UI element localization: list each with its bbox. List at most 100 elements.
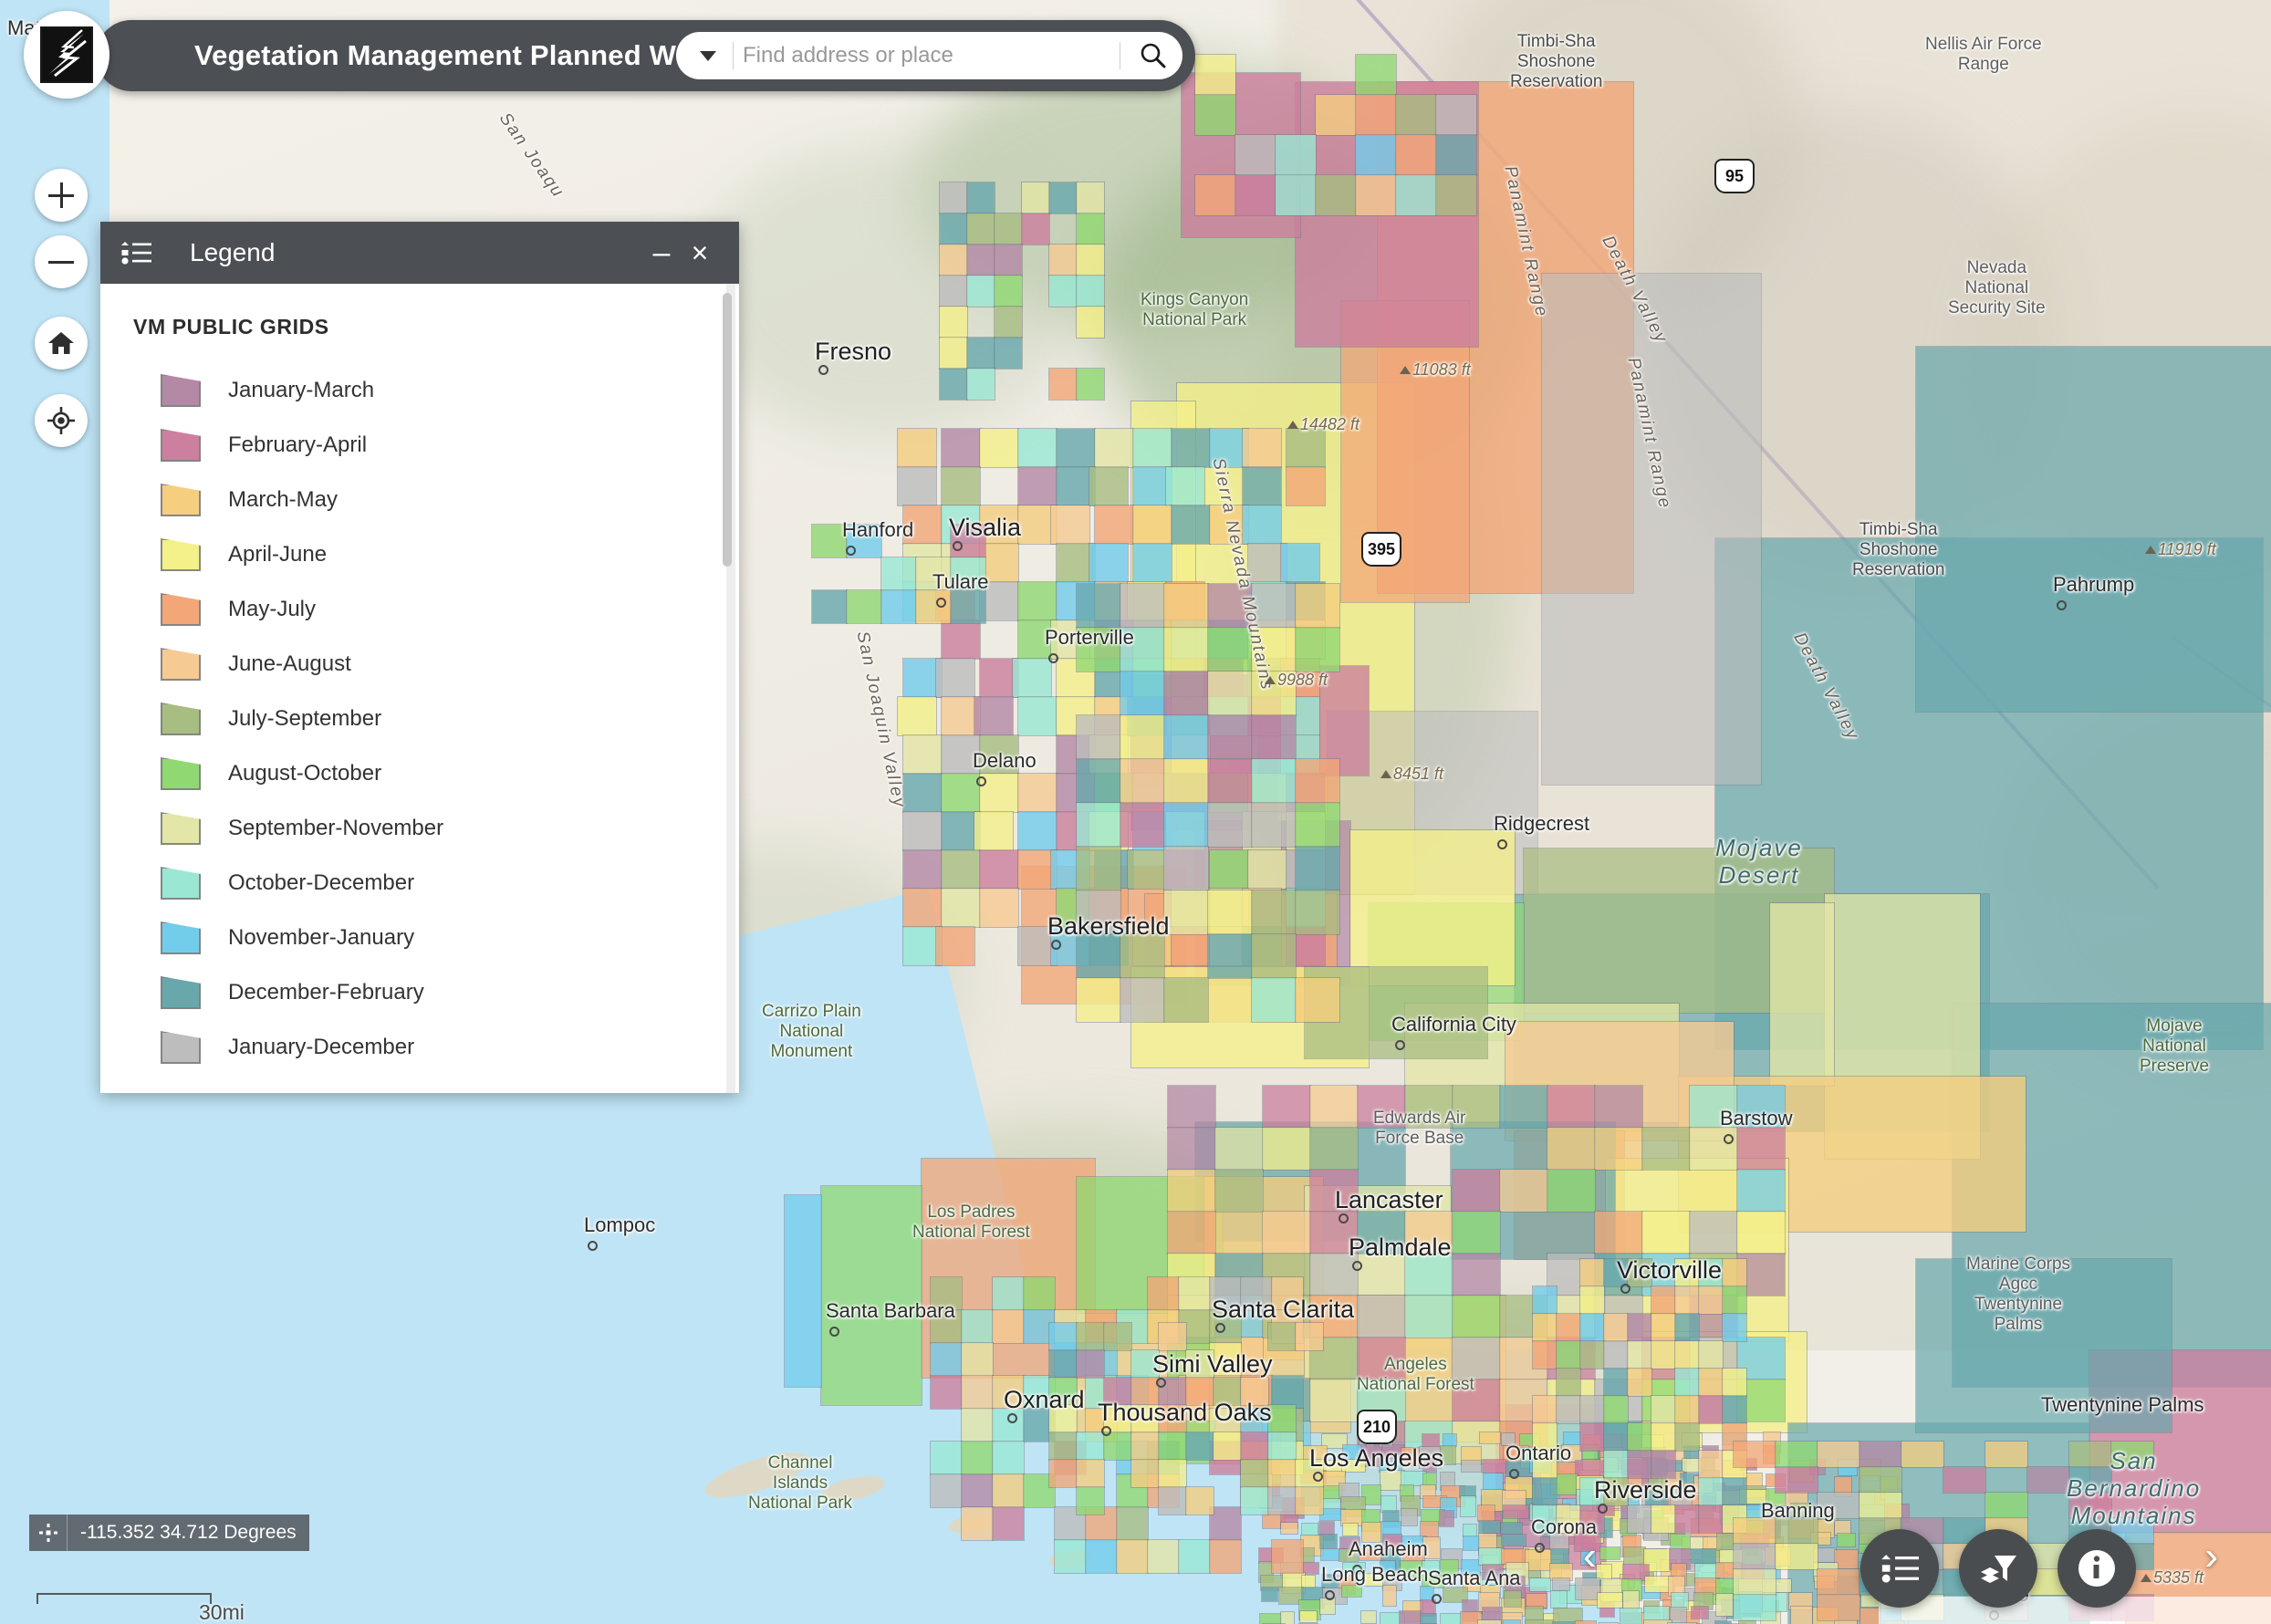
- grid-cell[interactable]: [1627, 1258, 1652, 1287]
- grid-cell[interactable]: [939, 368, 968, 401]
- grid-cell[interactable]: [1733, 1543, 1776, 1570]
- grid-cell[interactable]: [966, 213, 995, 245]
- grid-cell[interactable]: [1163, 714, 1209, 760]
- grid-cell[interactable]: [1242, 466, 1282, 506]
- grid-cell[interactable]: [1342, 1523, 1359, 1536]
- grid-cell[interactable]: [1262, 1127, 1311, 1171]
- grid-cell[interactable]: [1158, 1404, 1187, 1433]
- grid-cell[interactable]: [1401, 1447, 1420, 1466]
- grid-cell[interactable]: [994, 213, 1023, 245]
- search-icon[interactable]: [1130, 36, 1177, 76]
- grid-cell[interactable]: [1499, 1169, 1548, 1213]
- grid-cell[interactable]: [1691, 1606, 1709, 1619]
- grid-cell[interactable]: [1132, 505, 1172, 545]
- grid-cell[interactable]: [1901, 1441, 1944, 1468]
- grid-cell[interactable]: [902, 811, 943, 851]
- grid-cell[interactable]: [1859, 1492, 1902, 1519]
- legend-scrollbar[interactable]: [723, 284, 735, 1093]
- grid-cell[interactable]: [1209, 1506, 1242, 1541]
- grid-cell[interactable]: [1556, 1313, 1581, 1342]
- grid-cell[interactable]: [2068, 1492, 2112, 1519]
- grid-cell[interactable]: [1209, 1342, 1242, 1377]
- legend-widget-button[interactable]: [1860, 1529, 1939, 1608]
- grid-cell[interactable]: [1130, 1349, 1160, 1379]
- grid-cell[interactable]: [1207, 758, 1253, 804]
- grid-cell[interactable]: [1267, 1431, 1297, 1461]
- grid-cell[interactable]: [1355, 94, 1397, 136]
- grid-cell[interactable]: [1271, 1375, 1304, 1410]
- grid-cell[interactable]: [1603, 1422, 1629, 1452]
- grid-cell[interactable]: [1259, 1613, 1282, 1624]
- grid-cell[interactable]: [1550, 1590, 1568, 1608]
- grid-cell[interactable]: [950, 557, 986, 591]
- grid-cell[interactable]: [1240, 1377, 1269, 1406]
- grid-cell[interactable]: [1120, 758, 1165, 804]
- grid-cell[interactable]: [1674, 1258, 1700, 1287]
- grid-cell[interactable]: [1556, 1504, 1581, 1534]
- grid-cell[interactable]: [1207, 890, 1253, 935]
- grid-cell[interactable]: [1185, 1377, 1214, 1406]
- grid-cell[interactable]: [1207, 802, 1253, 848]
- grid-cell[interactable]: [1171, 505, 1211, 545]
- grid-cell[interactable]: [1395, 134, 1437, 176]
- grid-cell[interactable]: [1309, 1253, 1359, 1296]
- grid-cell[interactable]: [1017, 466, 1057, 506]
- grid-cell[interactable]: [1561, 1444, 1582, 1463]
- grid-cell[interactable]: [1401, 1508, 1418, 1526]
- grid-cell[interactable]: [1603, 1368, 1629, 1397]
- grid-cell[interactable]: [1357, 1211, 1406, 1254]
- grid-cell[interactable]: [1579, 1477, 1605, 1506]
- grid-cell[interactable]: [1240, 1276, 1273, 1311]
- grid-cell[interactable]: [1213, 1431, 1242, 1461]
- grid-cell[interactable]: [1722, 1368, 1747, 1397]
- grid-cell[interactable]: [1103, 1377, 1132, 1406]
- grid-cell[interactable]: [1076, 306, 1105, 338]
- grid-cell[interactable]: [1738, 1619, 1756, 1624]
- grid-cell[interactable]: [1547, 1127, 1596, 1171]
- grid-cell[interactable]: [1834, 1520, 1851, 1536]
- grid-cell[interactable]: [1452, 1253, 1501, 1296]
- grid-cell[interactable]: [992, 1441, 1025, 1475]
- grid-cell[interactable]: [961, 1309, 994, 1344]
- grid-cell[interactable]: [1295, 846, 1340, 891]
- grid-cell[interactable]: [1401, 1471, 1427, 1486]
- grid-cell[interactable]: [1435, 134, 1477, 176]
- grid-cell[interactable]: [1185, 1431, 1214, 1461]
- grid-cell[interactable]: [1460, 1495, 1476, 1517]
- grid-cell[interactable]: [1085, 1539, 1118, 1574]
- grid-cell[interactable]: [1985, 1441, 2028, 1468]
- grid-cell[interactable]: [1158, 1322, 1187, 1351]
- grid-cell[interactable]: [1076, 846, 1121, 891]
- grid-cell[interactable]: [1439, 1510, 1454, 1527]
- grid-cell[interactable]: [1736, 1085, 1786, 1129]
- grid-cell[interactable]: [1240, 1459, 1269, 1488]
- grid-cell[interactable]: [1048, 244, 1078, 276]
- grid-cell[interactable]: [1594, 1211, 1643, 1254]
- grid-cell[interactable]: [1130, 1459, 1160, 1488]
- grid-cell[interactable]: [1127, 849, 1167, 890]
- grid-cell[interactable]: [1240, 1486, 1269, 1515]
- grid-cell[interactable]: [1319, 1534, 1338, 1549]
- grid-cell[interactable]: [979, 734, 1019, 775]
- grid-cell[interactable]: [1452, 1337, 1501, 1380]
- grid-cell[interactable]: [1504, 1590, 1522, 1608]
- grid-cell[interactable]: [1076, 368, 1105, 401]
- grid-cell[interactable]: [1361, 1522, 1384, 1543]
- grid-cell[interactable]: [1023, 1276, 1056, 1311]
- grid-cell[interactable]: [1120, 714, 1165, 760]
- grid-cell[interactable]: [1076, 1459, 1105, 1488]
- grid-cell[interactable]: [1526, 1593, 1547, 1608]
- grid-cell[interactable]: [941, 849, 981, 890]
- grid-cell[interactable]: [1214, 1169, 1264, 1213]
- grid-cell[interactable]: [1167, 1169, 1216, 1213]
- grid-cell[interactable]: [1295, 802, 1340, 848]
- grid-cell[interactable]: [902, 849, 943, 890]
- grid-cell[interactable]: [1501, 1548, 1529, 1565]
- widget-prev-button[interactable]: ‹: [1583, 1536, 1597, 1577]
- grid-cell[interactable]: [1674, 1313, 1700, 1342]
- grid-cell[interactable]: [1120, 933, 1165, 979]
- grid-cell[interactable]: [1120, 583, 1165, 629]
- grid-cell[interactable]: [1361, 1484, 1381, 1505]
- grid-cell[interactable]: [1532, 1504, 1557, 1534]
- grid-cell[interactable]: [1130, 1431, 1160, 1461]
